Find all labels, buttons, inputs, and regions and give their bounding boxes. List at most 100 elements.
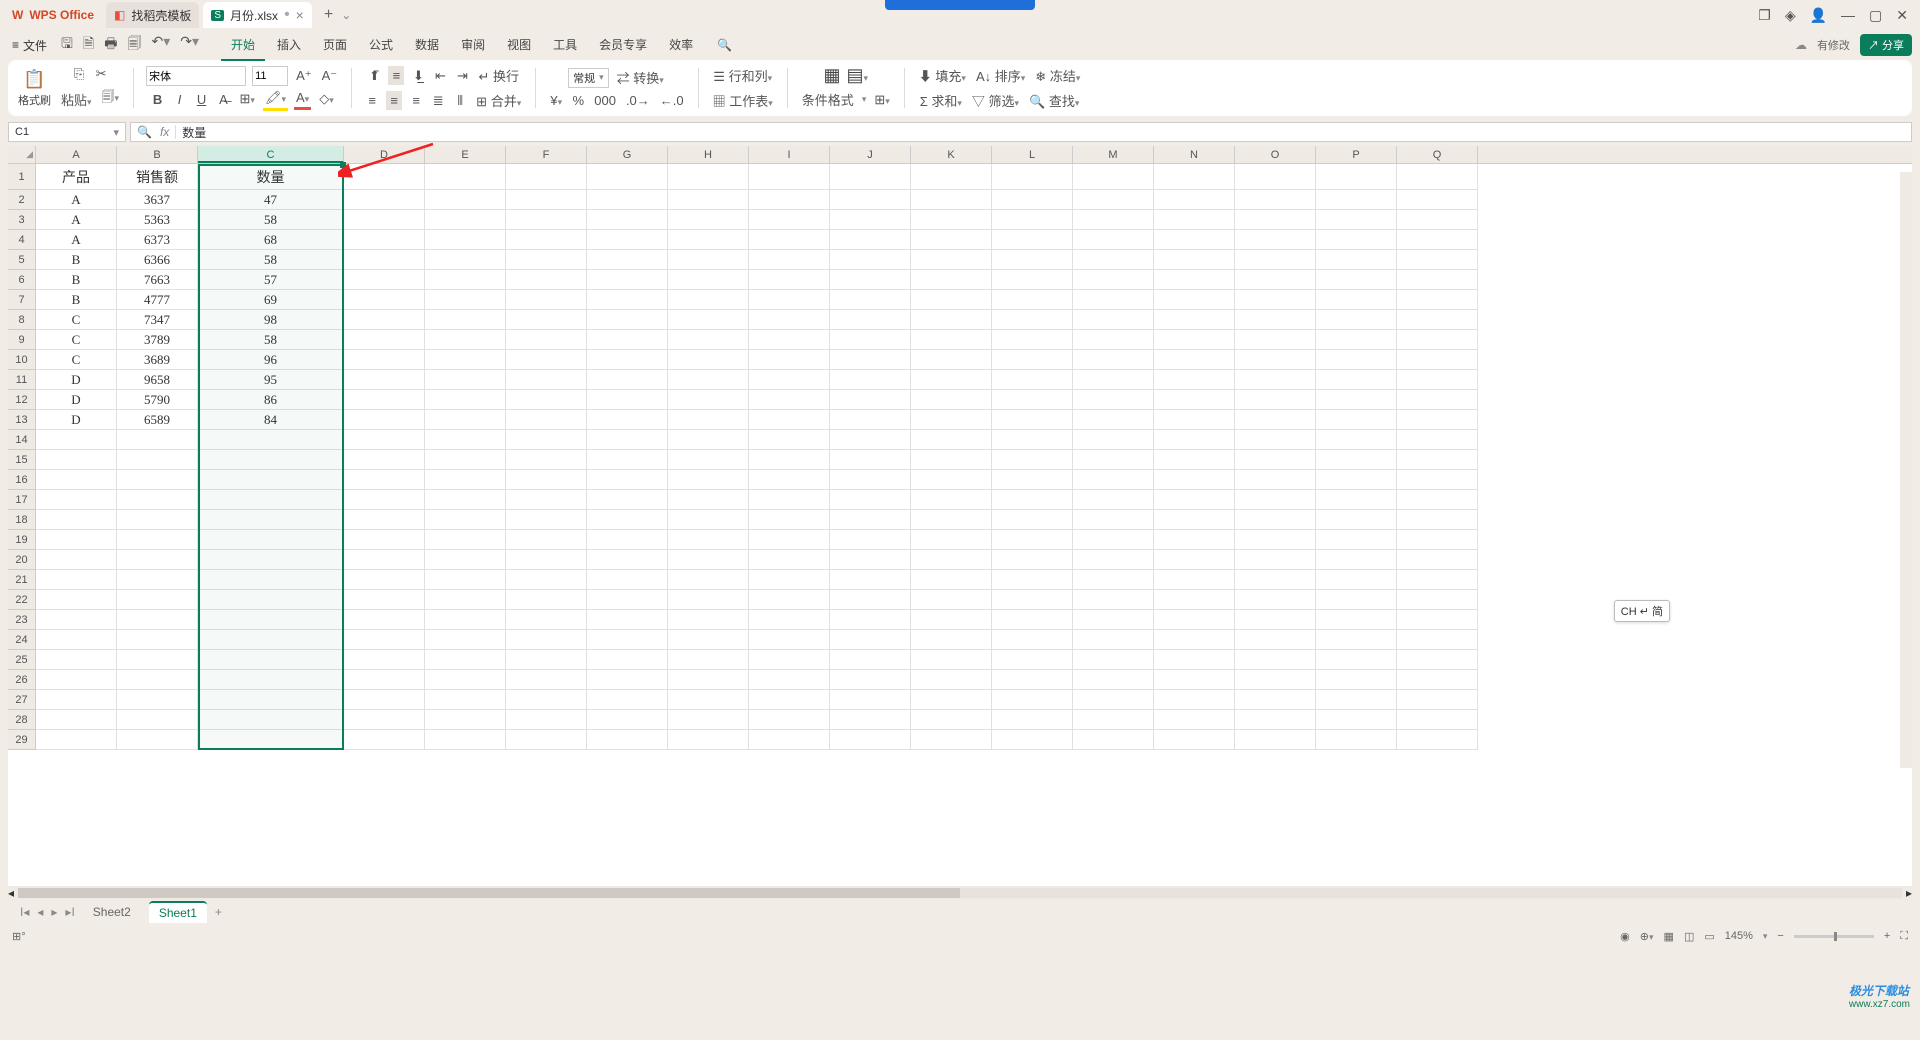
- cell[interactable]: [344, 290, 425, 310]
- cell[interactable]: [1235, 410, 1316, 430]
- cell[interactable]: [1235, 590, 1316, 610]
- cell[interactable]: [1397, 430, 1478, 450]
- cloud-icon[interactable]: ☁: [1795, 38, 1807, 52]
- sheet-tab-sheet2[interactable]: Sheet2: [83, 902, 141, 922]
- cell[interactable]: [668, 190, 749, 210]
- cell[interactable]: [1073, 610, 1154, 630]
- cell[interactable]: [344, 410, 425, 430]
- cell[interactable]: [911, 250, 992, 270]
- cell[interactable]: [198, 470, 344, 490]
- cell[interactable]: [992, 310, 1073, 330]
- cell[interactable]: [344, 164, 425, 190]
- scroll-left-icon[interactable]: ◂: [8, 886, 14, 900]
- cell[interactable]: [344, 330, 425, 350]
- cell[interactable]: [1397, 650, 1478, 670]
- cell[interactable]: [587, 590, 668, 610]
- cell[interactable]: [1235, 310, 1316, 330]
- cell[interactable]: [1073, 450, 1154, 470]
- cell[interactable]: [587, 550, 668, 570]
- cell[interactable]: [36, 590, 117, 610]
- cell[interactable]: [830, 590, 911, 610]
- cell[interactable]: [1235, 630, 1316, 650]
- status-ready-icon[interactable]: ⊞°: [12, 930, 26, 943]
- cell[interactable]: [830, 290, 911, 310]
- cell[interactable]: [1154, 670, 1235, 690]
- cell[interactable]: [1316, 570, 1397, 590]
- cell[interactable]: [911, 310, 992, 330]
- cell[interactable]: [992, 190, 1073, 210]
- cell[interactable]: [749, 710, 830, 730]
- cell[interactable]: [425, 730, 506, 750]
- cell[interactable]: 6373: [117, 230, 198, 250]
- cell[interactable]: [1397, 470, 1478, 490]
- row-header-29[interactable]: 29: [8, 730, 36, 750]
- cell[interactable]: [749, 190, 830, 210]
- cell[interactable]: [1073, 370, 1154, 390]
- distribute-icon[interactable]: ⫴: [452, 91, 468, 111]
- col-header-D[interactable]: D: [344, 146, 425, 163]
- cell[interactable]: [587, 470, 668, 490]
- cell[interactable]: C: [36, 310, 117, 330]
- menu-tab-4[interactable]: 数据: [405, 30, 449, 61]
- find-button[interactable]: 🔍 查找▾: [1027, 89, 1081, 112]
- cell[interactable]: [425, 690, 506, 710]
- cell[interactable]: 4777: [117, 290, 198, 310]
- copy-icon[interactable]: ⎘: [71, 64, 87, 84]
- cell[interactable]: [1073, 730, 1154, 750]
- cell[interactable]: [1073, 530, 1154, 550]
- menu-tab-3[interactable]: 公式: [359, 30, 403, 61]
- cell[interactable]: [587, 350, 668, 370]
- row-header-2[interactable]: 2: [8, 190, 36, 210]
- align-left-icon[interactable]: ≡: [364, 91, 380, 110]
- cell[interactable]: [668, 390, 749, 410]
- cell[interactable]: [749, 590, 830, 610]
- cell[interactable]: [830, 210, 911, 230]
- cell[interactable]: [749, 690, 830, 710]
- cell[interactable]: [344, 230, 425, 250]
- cell[interactable]: [1316, 710, 1397, 730]
- cell[interactable]: [668, 630, 749, 650]
- cell[interactable]: [1235, 570, 1316, 590]
- cell[interactable]: [992, 490, 1073, 510]
- cell[interactable]: [830, 610, 911, 630]
- cell[interactable]: 产品: [36, 164, 117, 190]
- cell[interactable]: [749, 550, 830, 570]
- row-header-14[interactable]: 14: [8, 430, 36, 450]
- cell[interactable]: [1235, 450, 1316, 470]
- cell[interactable]: [668, 310, 749, 330]
- hscroll-thumb[interactable]: [18, 888, 960, 898]
- cell[interactable]: [1235, 430, 1316, 450]
- cell[interactable]: [1316, 230, 1397, 250]
- col-header-J[interactable]: J: [830, 146, 911, 163]
- cell[interactable]: [830, 270, 911, 290]
- cell[interactable]: [36, 470, 117, 490]
- cell[interactable]: [1154, 370, 1235, 390]
- cell[interactable]: [911, 370, 992, 390]
- cell[interactable]: [506, 630, 587, 650]
- row-header-16[interactable]: 16: [8, 470, 36, 490]
- cell[interactable]: [1235, 330, 1316, 350]
- cell[interactable]: [1235, 230, 1316, 250]
- cell[interactable]: [117, 690, 198, 710]
- cell[interactable]: [1154, 210, 1235, 230]
- cell[interactable]: [117, 550, 198, 570]
- print-icon[interactable]: 🖶: [104, 33, 117, 57]
- cell[interactable]: [1235, 650, 1316, 670]
- cell[interactable]: [668, 410, 749, 430]
- cell[interactable]: [1316, 730, 1397, 750]
- cell[interactable]: [344, 650, 425, 670]
- menu-tab-0[interactable]: 开始: [221, 30, 265, 61]
- sheet-tab-sheet1[interactable]: Sheet1: [149, 901, 207, 923]
- cell[interactable]: [911, 590, 992, 610]
- cell[interactable]: [36, 430, 117, 450]
- col-header-F[interactable]: F: [506, 146, 587, 163]
- cell[interactable]: A: [36, 190, 117, 210]
- cell[interactable]: [749, 650, 830, 670]
- cell[interactable]: [117, 610, 198, 630]
- cell[interactable]: [1154, 710, 1235, 730]
- cell[interactable]: [1235, 210, 1316, 230]
- cell[interactable]: [344, 710, 425, 730]
- col-header-I[interactable]: I: [749, 146, 830, 163]
- cell[interactable]: [1154, 310, 1235, 330]
- cell[interactable]: [911, 450, 992, 470]
